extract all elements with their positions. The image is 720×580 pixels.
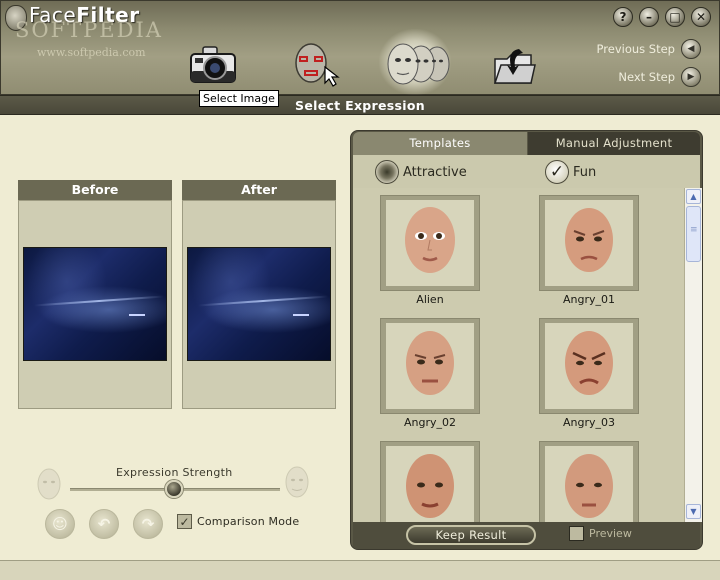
previous-step-label: Previous Step — [596, 42, 675, 56]
templates-scrollbar[interactable]: ▲ ▼ — [684, 188, 702, 522]
radio-selected-icon: ✓ — [545, 160, 569, 184]
previous-step-button[interactable]: Previous Step ◀ — [597, 39, 701, 59]
reset-face-icon: ☺ — [52, 515, 68, 533]
before-panel — [18, 200, 172, 409]
category-bar: Attractive ✓ Fun — [353, 155, 700, 188]
comparison-mode-label: Comparison Mode — [197, 515, 300, 528]
templates-grid: Alien Angry_01 Angry_02 Angry_03 — [353, 188, 684, 522]
step-header: Select Expression — [0, 95, 720, 115]
face-angry-02-icon — [406, 331, 454, 395]
template-thumb-angry-01[interactable] — [539, 195, 639, 291]
reset-face-button[interactable]: ☺ — [45, 509, 75, 539]
redo-button[interactable]: ↷ — [133, 509, 163, 539]
template-label: Angry_01 — [562, 293, 615, 306]
undo-icon: ↶ — [97, 515, 111, 533]
neutral-face-icon — [36, 468, 62, 502]
face-template-icon — [565, 454, 613, 518]
step-title: Select Expression — [295, 98, 425, 113]
before-image — [23, 247, 167, 361]
after-image — [187, 247, 331, 361]
tab-manual-adjustment[interactable]: Manual Adjustment — [528, 132, 700, 155]
face-select-icon[interactable] — [291, 41, 341, 87]
checkmark-icon: ✓ — [179, 514, 190, 529]
save-folder-icon[interactable] — [489, 45, 537, 89]
template-thumb[interactable] — [539, 441, 639, 522]
undo-button[interactable]: ↶ — [89, 509, 119, 539]
expressive-face-icon — [284, 466, 310, 500]
preview-checkbox[interactable] — [569, 526, 584, 541]
before-header: Before — [18, 180, 172, 200]
preview-label: Preview — [589, 527, 632, 540]
arrow-left-icon: ◀ — [681, 39, 701, 59]
category-attractive[interactable]: Attractive — [375, 160, 467, 184]
strength-label: Expression Strength — [116, 466, 233, 479]
help-icon[interactable]: ? — [613, 7, 633, 27]
category-fun[interactable]: ✓ Fun — [545, 160, 596, 184]
tooltip: Select Image — [199, 90, 279, 107]
template-thumb-angry-02[interactable] — [380, 318, 480, 414]
maximize-icon[interactable]: □ — [665, 7, 685, 27]
camera-icon[interactable] — [187, 41, 239, 87]
keep-result-button[interactable]: Keep Result — [406, 525, 536, 545]
title-bar: FaceFilter SOFTPEDIA www.softpedia.com ?… — [0, 0, 720, 95]
face-angry-03-icon — [565, 331, 613, 395]
template-thumb-alien[interactable] — [380, 195, 480, 291]
face-angry-01-icon — [565, 208, 613, 272]
template-thumb-angry-03[interactable] — [539, 318, 639, 414]
template-label: Angry_02 — [403, 416, 456, 429]
arrow-right-icon: ▶ — [681, 67, 701, 87]
comparison-mode-checkbox[interactable]: ✓ — [177, 514, 192, 529]
scroll-down-icon[interactable]: ▼ — [686, 504, 701, 519]
after-panel — [182, 200, 336, 409]
next-step-label: Next Step — [618, 70, 675, 84]
redo-icon: ↷ — [141, 515, 155, 533]
templates-panel: Templates Manual Adjustment Attractive ✓… — [350, 130, 703, 550]
strength-slider-handle[interactable] — [165, 480, 183, 498]
scrollbar-thumb[interactable] — [686, 206, 701, 262]
watermark-url: www.softpedia.com — [37, 46, 146, 59]
scroll-up-icon[interactable]: ▲ — [686, 189, 701, 204]
templates-footer: Keep Result Preview — [353, 522, 700, 549]
expression-faces-icon[interactable] — [381, 39, 453, 91]
radio-unselected-icon — [375, 160, 399, 184]
status-bar — [0, 560, 720, 580]
watermark-text: SOFTPEDIA — [15, 18, 163, 42]
category-attractive-label: Attractive — [403, 164, 467, 180]
next-step-button[interactable]: Next Step ▶ — [618, 67, 701, 87]
template-label: Angry_03 — [562, 416, 615, 429]
face-alien-icon — [405, 207, 455, 273]
minimize-icon[interactable]: – — [639, 7, 659, 27]
template-label: Alien — [416, 293, 444, 306]
face-template-icon — [406, 454, 454, 518]
category-fun-label: Fun — [573, 164, 597, 180]
tab-templates[interactable]: Templates — [353, 132, 527, 155]
template-thumb[interactable] — [380, 441, 480, 522]
after-header: After — [182, 180, 336, 200]
close-icon[interactable]: ✕ — [691, 7, 711, 27]
